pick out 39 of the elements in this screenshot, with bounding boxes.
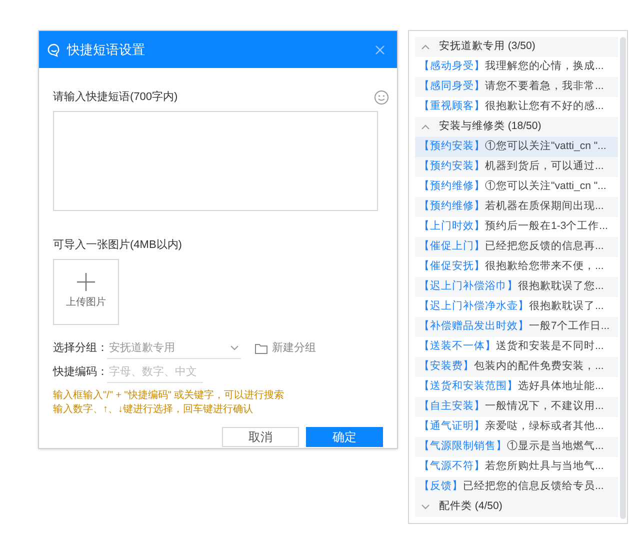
phrase-item[interactable]: 【催促上门】已经把您反馈的信息再... (415, 237, 618, 257)
group-header[interactable]: 安抚道歉专用 (3/50) (415, 37, 618, 57)
plus-icon (77, 273, 95, 291)
group-header[interactable]: 配件类 (4/50) (415, 497, 618, 517)
phrase-item[interactable]: 【补偿赠品发出时效】一般7个工作日... (415, 317, 618, 337)
image-label: 可导入一张图片(4MB以内) (53, 238, 183, 253)
chevron-down-icon (421, 504, 430, 510)
confirm-button[interactable]: 确定 (306, 426, 383, 446)
dialog-title: 快捷短语设置 (67, 40, 145, 59)
phrase-item[interactable]: 【感同身受】请您不要着急，我非常... (415, 77, 618, 97)
cancel-button[interactable]: 取消 (222, 426, 299, 446)
phrase-item[interactable]: 【自主安装】一般情况下，不建议用... (415, 397, 618, 417)
code-input[interactable]: 字母、数字、中文 (107, 362, 203, 382)
close-icon (375, 44, 385, 54)
hint-text: 输入框输入"/" + "快捷编码" 或关键字，可以进行搜索 (53, 388, 286, 402)
group-label: 选择分组： (53, 341, 107, 356)
phrase-item[interactable]: 【预约维修】若机器在质保期间出现... (415, 197, 618, 217)
phrase-textarea[interactable] (53, 111, 378, 211)
phrase-item[interactable]: 【气源限制销售】①显示是当地燃气... (415, 437, 618, 457)
content-label: 请输入快捷短语(700字内) (53, 90, 178, 105)
hint-text: 输入数字、↑、↓键进行选择，回车键进行确认 (53, 402, 254, 416)
close-button[interactable] (375, 44, 385, 54)
phrase-item[interactable]: 【预约安装】①您可以关注"vatti_cn "... (415, 137, 618, 157)
chat-bubble-icon (47, 42, 61, 56)
scrollbar[interactable] (620, 37, 626, 519)
upload-image-button[interactable]: 上传图片 (53, 258, 119, 324)
phrase-item[interactable]: 【预约安装】机器到货后，可以通过... (415, 157, 618, 177)
chevron-up-icon (421, 124, 430, 130)
phrase-item[interactable]: 【安装费】包装内的配件免费安装，... (415, 357, 618, 377)
phrase-item[interactable]: 【迟上门补偿浴巾】很抱歉耽误了您... (415, 277, 618, 297)
emoji-button[interactable] (374, 90, 389, 104)
folder-icon (255, 343, 268, 354)
smiley-icon (374, 90, 389, 104)
phrase-item[interactable]: 【反馈】已经把您的信息反馈给专员... (415, 477, 618, 497)
chevron-down-icon (230, 345, 239, 351)
chevron-up-icon (421, 44, 430, 50)
group-header[interactable]: 安装与维修类 (18/50) (415, 117, 618, 137)
new-group-button[interactable]: 新建分组 (255, 340, 316, 357)
code-label: 快捷编码： (53, 365, 107, 380)
